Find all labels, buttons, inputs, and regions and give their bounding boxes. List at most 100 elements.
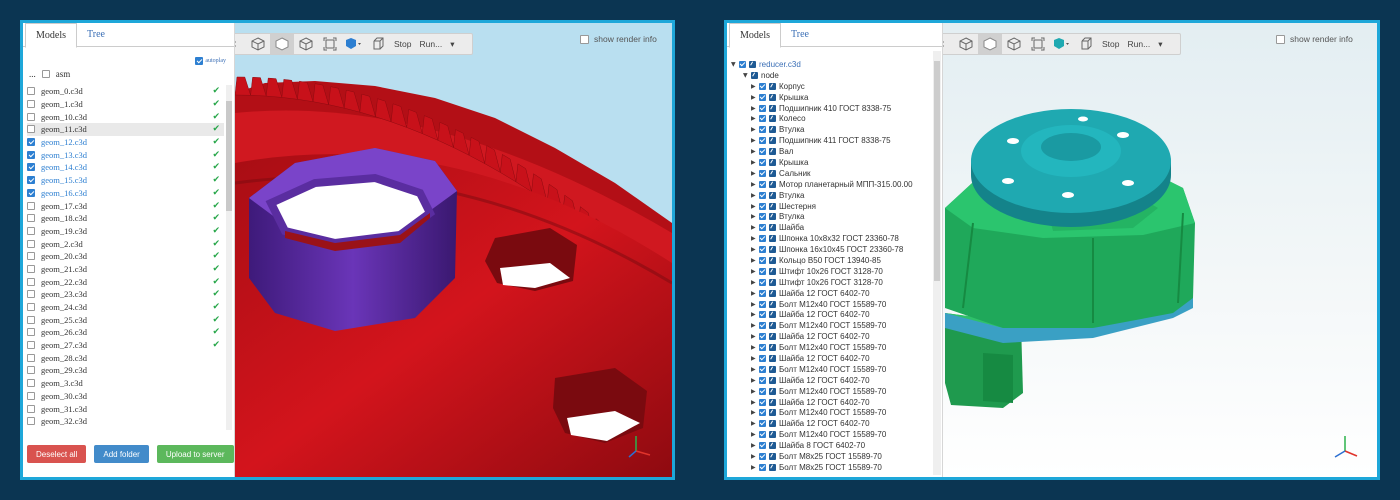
- model-list-item[interactable]: geom_16.c3d ✔: [27, 187, 224, 200]
- tree-toggle-icon[interactable]: [943, 34, 954, 54]
- model-list-item[interactable]: geom_23.c3d ✔: [27, 288, 224, 301]
- tree-node[interactable]: ▶ Втулка: [731, 124, 930, 135]
- checkbox-icon[interactable]: [759, 267, 766, 275]
- checkbox-icon[interactable]: [759, 213, 766, 221]
- model-list-item[interactable]: geom_29.c3d: [27, 364, 224, 377]
- tree-node[interactable]: ▶ Штифт 10х26 ГОСТ 3128-70: [731, 277, 930, 288]
- item-checkbox[interactable]: [27, 391, 35, 400]
- fit-view-icon[interactable]: [318, 34, 342, 54]
- checkbox-icon[interactable]: [759, 158, 766, 166]
- model-list-item[interactable]: geom_0.c3d ✔: [27, 85, 224, 98]
- model-list-item[interactable]: geom_32.c3d: [27, 415, 224, 428]
- visibility-icon[interactable]: [769, 420, 776, 428]
- checkbox-icon[interactable]: [759, 148, 766, 156]
- shaded-edges-icon[interactable]: [1002, 34, 1026, 54]
- expand-icon[interactable]: ▶: [751, 105, 759, 112]
- model-list-item[interactable]: geom_11.c3d ✔: [27, 123, 224, 136]
- model-list-item[interactable]: geom_25.c3d ✔: [27, 313, 224, 326]
- model-list-item[interactable]: geom_21.c3d ✔: [27, 263, 224, 276]
- visibility-icon[interactable]: [769, 376, 776, 384]
- checkbox-icon[interactable]: [759, 93, 766, 101]
- expand-icon[interactable]: ▶: [751, 235, 759, 242]
- tree-node[interactable]: ▶ Штифт 10х26 ГОСТ 3128-70: [731, 266, 930, 277]
- checkbox-icon[interactable]: [759, 191, 766, 199]
- item-checkbox[interactable]: [27, 87, 35, 96]
- color-mode-icon[interactable]: [1050, 34, 1074, 54]
- item-checkbox[interactable]: [27, 417, 35, 426]
- item-checkbox[interactable]: [27, 226, 35, 235]
- tree-node[interactable]: ▶ Кольцо В50 ГОСТ 13940-85: [731, 255, 930, 266]
- tree-node[interactable]: ▶ Шайба 12 ГОСТ 6402-70: [731, 397, 930, 408]
- item-checkbox[interactable]: [27, 353, 35, 362]
- tree-node[interactable]: ▶ Шайба 12 ГОСТ 6402-70: [731, 309, 930, 320]
- checkbox-icon[interactable]: [759, 82, 766, 90]
- solid-view-icon[interactable]: [978, 34, 1002, 54]
- item-checkbox[interactable]: [27, 290, 35, 299]
- 3d-viewport[interactable]: Stop Run... ▾ show render info: [235, 23, 672, 477]
- tree-node[interactable]: ▶ Сальник: [731, 168, 930, 179]
- tree-node[interactable]: ▶ Болт М12х40 ГОСТ 15589-70: [731, 408, 930, 419]
- add-folder-button[interactable]: Add folder: [94, 445, 149, 463]
- visibility-icon[interactable]: [769, 365, 776, 373]
- visibility-icon[interactable]: [769, 169, 776, 177]
- tree-node[interactable]: ▶ Втулка: [731, 190, 930, 201]
- model-list-item[interactable]: geom_2.c3d ✔: [27, 237, 224, 250]
- expand-icon[interactable]: ▶: [751, 464, 759, 471]
- tab-models[interactable]: Models: [729, 23, 781, 48]
- expand-icon[interactable]: ▶: [751, 137, 759, 144]
- model-list-item[interactable]: geom_30.c3d: [27, 390, 224, 403]
- tree-node[interactable]: ▶ Шайба 8 ГОСТ 6402-70: [731, 440, 930, 451]
- checkbox-icon[interactable]: [759, 344, 766, 352]
- expand-icon[interactable]: ▶: [751, 170, 759, 177]
- tree-scrollbar[interactable]: [933, 51, 941, 475]
- expand-icon[interactable]: ▶: [751, 344, 759, 351]
- expand-icon[interactable]: ▶: [751, 203, 759, 210]
- model-list-item[interactable]: geom_12.c3d ✔: [27, 136, 224, 149]
- item-checkbox[interactable]: [27, 303, 35, 312]
- visibility-icon[interactable]: [769, 126, 776, 134]
- expand-icon[interactable]: ▶: [751, 192, 759, 199]
- checkbox-icon[interactable]: [759, 180, 766, 188]
- expand-icon[interactable]: ▶: [751, 431, 759, 438]
- visibility-icon[interactable]: [769, 431, 776, 439]
- checkbox-icon[interactable]: [759, 137, 766, 145]
- checkbox-icon[interactable]: [759, 169, 766, 177]
- visibility-icon[interactable]: [769, 137, 776, 145]
- item-checkbox[interactable]: [27, 239, 35, 248]
- visibility-icon[interactable]: [769, 398, 776, 406]
- visibility-icon[interactable]: [769, 246, 776, 254]
- checkbox-icon[interactable]: [759, 322, 766, 330]
- visibility-icon[interactable]: [769, 115, 776, 123]
- visibility-icon[interactable]: [769, 104, 776, 112]
- visibility-icon[interactable]: [769, 278, 776, 286]
- model-list-item[interactable]: geom_18.c3d ✔: [27, 212, 224, 225]
- model-list-item[interactable]: geom_14.c3d ✔: [27, 161, 224, 174]
- visibility-icon[interactable]: [769, 311, 776, 319]
- model-list-item[interactable]: geom_26.c3d ✔: [27, 326, 224, 339]
- visibility-icon[interactable]: [769, 463, 776, 471]
- checkbox-icon[interactable]: [759, 354, 766, 362]
- tree-node-group[interactable]: ▼ node: [731, 70, 930, 81]
- expand-icon[interactable]: ▶: [751, 333, 759, 340]
- render-info-toggle[interactable]: show render info: [1276, 34, 1353, 44]
- visibility-icon[interactable]: [769, 289, 776, 297]
- render-info-toggle[interactable]: show render info: [580, 34, 657, 44]
- render-info-checkbox[interactable]: [1276, 34, 1285, 44]
- expand-icon[interactable]: ▶: [751, 83, 759, 90]
- tree-node[interactable]: ▶ Корпус: [731, 81, 930, 92]
- checkbox-icon[interactable]: [759, 463, 766, 471]
- item-checkbox[interactable]: [27, 315, 35, 324]
- stop-button[interactable]: Stop: [1098, 39, 1124, 49]
- model-list-item[interactable]: geom_13.c3d ✔: [27, 148, 224, 161]
- model-list-item[interactable]: geom_28.c3d: [27, 351, 224, 364]
- checkbox-icon[interactable]: [759, 387, 766, 395]
- checkbox-icon[interactable]: [759, 289, 766, 297]
- model-list-scrollbar[interactable]: [226, 85, 232, 430]
- tree-node[interactable]: ▶ Крышка: [731, 157, 930, 168]
- checkbox-icon[interactable]: [759, 246, 766, 254]
- tree-node[interactable]: ▶ Подшипник 411 ГОСТ 8338-75: [731, 135, 930, 146]
- upload-to-server-button[interactable]: Upload to server: [156, 445, 234, 463]
- visibility-icon[interactable]: [769, 82, 776, 90]
- folder-up-dots[interactable]: ...: [29, 69, 36, 79]
- tree-node[interactable]: ▶ Шайба 12 ГОСТ 6402-70: [731, 375, 930, 386]
